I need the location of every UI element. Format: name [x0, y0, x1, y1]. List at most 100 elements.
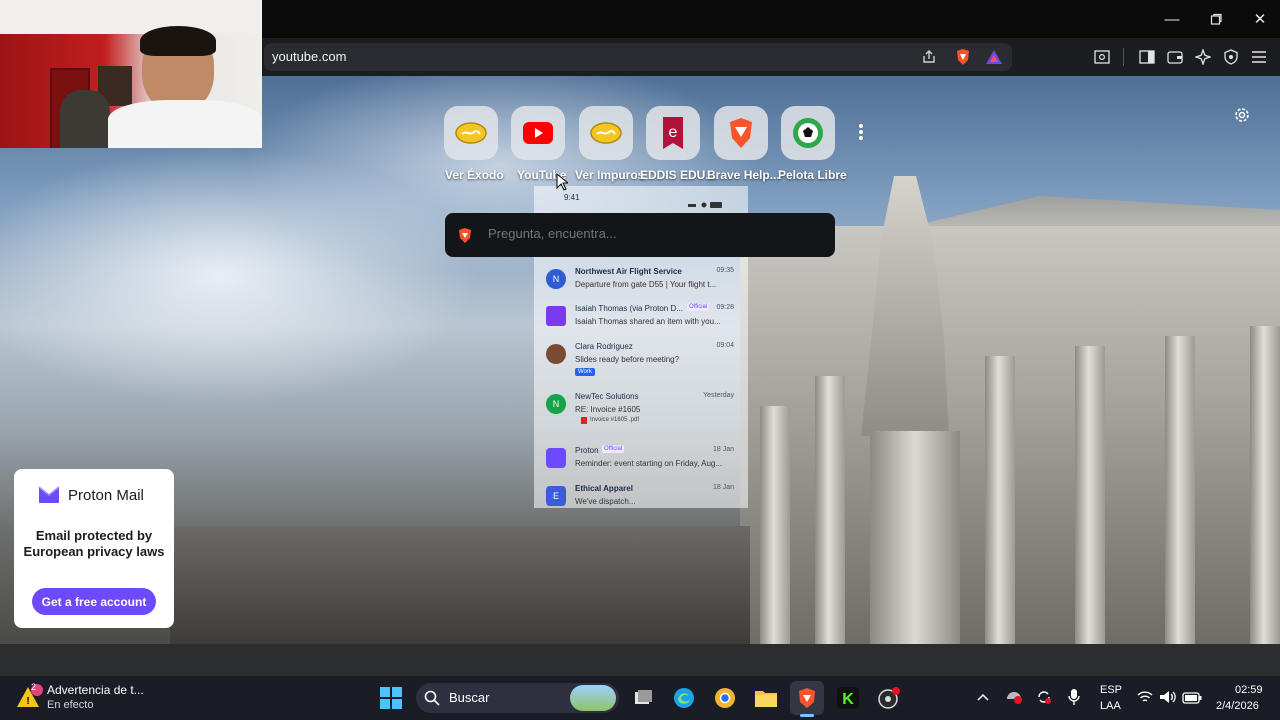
clock-date[interactable]: 2/4/2026: [1216, 700, 1259, 712]
email-tag: Work: [575, 368, 595, 376]
obs-button[interactable]: [872, 681, 906, 715]
shortcut-ver-exodo[interactable]: [444, 106, 498, 160]
shortcut-youtube[interactable]: [511, 106, 565, 160]
webcam-person-back: [60, 90, 110, 148]
clock-time[interactable]: 02:59: [1235, 684, 1263, 696]
get-free-account-button[interactable]: Get a free account: [32, 588, 156, 615]
share-icon[interactable]: [918, 46, 940, 68]
svg-text:e: e: [669, 124, 678, 141]
shortcut-label[interactable]: EDDIS EDU...: [640, 168, 715, 182]
shortcut-label[interactable]: Pelota Libre: [778, 168, 847, 182]
column: [760, 406, 790, 644]
phone-status-icons: [688, 195, 722, 208]
column: [1165, 336, 1195, 644]
pdf-icon: [581, 417, 587, 424]
official-badge: Official: [687, 303, 710, 311]
email-subject: RE: Invoice #1605: [575, 405, 641, 414]
webcam-overlay: [0, 0, 262, 148]
close-icon[interactable]: ✕: [1238, 0, 1280, 38]
wifi-icon[interactable]: [1137, 690, 1153, 709]
e-bookmark-icon: e: [663, 117, 683, 149]
file-explorer-button[interactable]: [749, 681, 783, 715]
webcam-ceiling: [0, 0, 262, 34]
task-view-button[interactable]: [626, 681, 660, 715]
start-button[interactable]: [374, 681, 408, 715]
menu-icon[interactable]: [1248, 46, 1270, 68]
column: [815, 376, 845, 644]
show-hidden-icons-icon[interactable]: [976, 690, 990, 709]
statue-pedestal: [870, 431, 960, 644]
email-row[interactable]: E Ethical Apparel 18 Jan We've dispatch.…: [534, 478, 748, 508]
leo-ai-icon[interactable]: [1192, 46, 1214, 68]
email-sender: Isaiah Thomas (via Proton D...: [575, 304, 683, 313]
shortcut-label[interactable]: Brave Help...: [707, 168, 780, 182]
email-avatar: N: [546, 394, 566, 414]
email-row[interactable]: Clara Rodriguez 09:04 Slides ready befor…: [534, 336, 748, 386]
browser-bottom-strip: [0, 644, 1280, 676]
email-subject: Reminder: event starting on Friday, Aug.…: [575, 459, 723, 468]
vpn-shield-icon[interactable]: [1220, 46, 1242, 68]
email-time: 18 Jan: [712, 484, 734, 491]
shortcut-label[interactable]: Ver Impuros: [575, 168, 644, 182]
wallet-icon[interactable]: [1164, 46, 1186, 68]
edge-icon: [674, 688, 694, 708]
gold-coin-icon: [590, 122, 622, 144]
folder-icon: [546, 306, 566, 326]
shortcut-pelota-libre[interactable]: [781, 106, 835, 160]
email-row[interactable]: N NewTec Solutions Yesterday RE: Invoice…: [534, 386, 748, 436]
email-subject: We've dispatch...: [575, 497, 636, 506]
email-time: 09:04: [716, 342, 734, 349]
email-subject: Slides ready before meeting?: [575, 355, 680, 364]
email-time: 18 Jan: [712, 446, 734, 453]
minimize-icon[interactable]: —: [1150, 0, 1194, 38]
edge-button[interactable]: [667, 681, 701, 715]
chrome-icon: [715, 688, 735, 708]
email-sender: NewTec Solutions: [575, 392, 639, 401]
maximize-icon[interactable]: [1194, 0, 1238, 38]
folder-icon: [755, 691, 777, 707]
tray-app-icon[interactable]: [1005, 689, 1023, 710]
ad-headline: Email protected by European privacy laws: [23, 528, 165, 559]
keyboard-layout[interactable]: LAA: [1100, 700, 1121, 712]
shortcut-label[interactable]: Ver Éxodo: [445, 168, 504, 182]
shortcut-ver-impuros[interactable]: [579, 106, 633, 160]
reader-mode-icon[interactable]: [1091, 46, 1113, 68]
brave-rewards-icon[interactable]: [983, 46, 1005, 68]
proton-logo-icon: [546, 448, 566, 468]
brave-taskbar-button[interactable]: [790, 681, 824, 715]
kick-icon: K: [837, 687, 859, 709]
kick-button[interactable]: K: [831, 681, 865, 715]
notification-badge: 2: [31, 682, 37, 692]
settings-gear-icon[interactable]: [1232, 105, 1252, 125]
battery-icon[interactable]: [1182, 691, 1202, 709]
proton-mail-ad[interactable]: Proton Mail Email protected by European …: [14, 469, 174, 628]
shortcut-brave-help[interactable]: [714, 106, 768, 160]
microphone-icon[interactable]: [1067, 688, 1081, 711]
gold-coin-icon: [455, 122, 487, 144]
notification-title[interactable]: Advertencia de t...: [47, 683, 144, 697]
language-code[interactable]: ESP: [1100, 684, 1122, 696]
sidebar-icon[interactable]: [1136, 46, 1158, 68]
mouse-cursor-icon: [556, 172, 570, 196]
more-shortcuts-icon[interactable]: [855, 122, 867, 144]
active-indicator: [800, 714, 814, 717]
email-subject: Isaiah Thomas shared an item with you...: [575, 317, 721, 326]
email-time: 09:28: [716, 304, 734, 311]
address-bar[interactable]: [264, 43, 1012, 71]
search-input[interactable]: [488, 226, 808, 241]
brave-shields-icon[interactable]: [952, 46, 974, 68]
shortcut-eddis[interactable]: e: [646, 106, 700, 160]
svg-text:!: !: [26, 696, 29, 707]
search-highlight-image: [570, 685, 616, 711]
email-subject: Departure from gate D55 | Your flight t.…: [575, 280, 717, 289]
volume-icon[interactable]: [1159, 689, 1177, 710]
url-text[interactable]: youtube.com: [272, 49, 346, 64]
proton-mail-logo-icon: [38, 486, 60, 509]
ad-brand: Proton Mail: [68, 487, 144, 504]
email-time: Yesterday: [703, 392, 734, 399]
warning-icon[interactable]: !: [16, 684, 44, 715]
sync-icon[interactable]: [1035, 688, 1053, 711]
official-badge: Official: [602, 445, 625, 453]
chrome-button[interactable]: [708, 681, 742, 715]
parliament-wing: [170, 526, 750, 644]
